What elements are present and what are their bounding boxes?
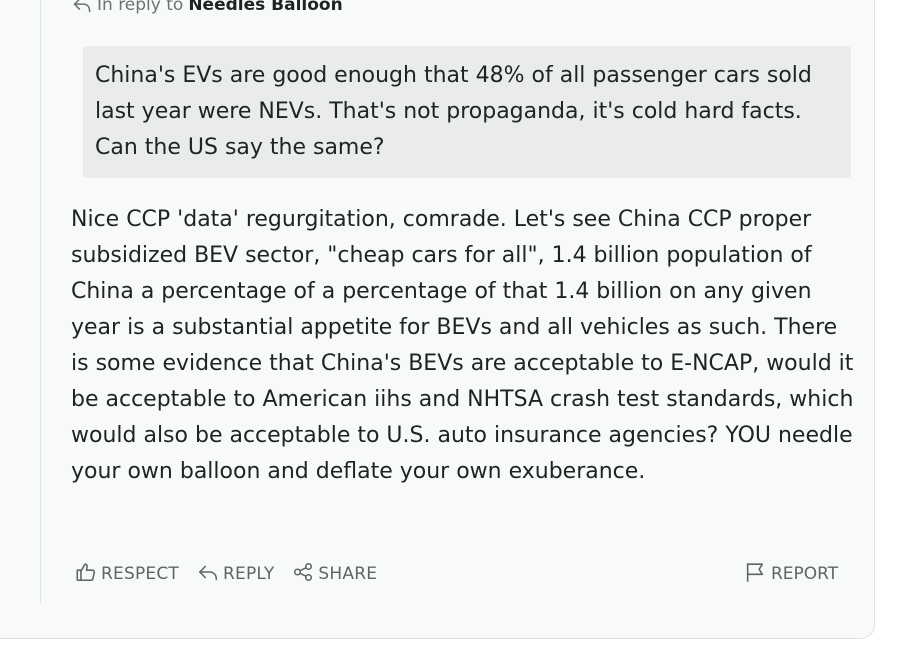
quoted-comment: China's EVs are good enough that 48% of … bbox=[83, 46, 851, 178]
reply-arrow-icon bbox=[197, 561, 219, 588]
share-button[interactable]: SHARE bbox=[292, 561, 377, 588]
quoted-comment-text: China's EVs are good enough that 48% of … bbox=[95, 63, 812, 160]
reply-button[interactable]: REPLY bbox=[197, 561, 274, 588]
reply-to-header[interactable]: In reply to Needles Balloon bbox=[72, 0, 343, 15]
thread-line bbox=[40, 0, 41, 603]
thumbs-up-icon bbox=[75, 561, 97, 588]
comment-actions: RESPECT REPLY SHARE bbox=[75, 560, 395, 588]
share-label: SHARE bbox=[318, 564, 378, 584]
reply-label: REPLY bbox=[223, 564, 275, 584]
flag-icon bbox=[744, 561, 766, 588]
respect-button[interactable]: RESPECT bbox=[75, 561, 179, 588]
report-label: REPORT bbox=[771, 564, 839, 584]
comment-body: Nice CCP 'data' regurgitation, comrade. … bbox=[71, 207, 854, 484]
reply-to-author[interactable]: Needles Balloon bbox=[188, 0, 342, 15]
reply-arrow-icon bbox=[72, 0, 92, 14]
reply-to-label: In reply to bbox=[97, 0, 184, 15]
report-button[interactable]: REPORT bbox=[744, 560, 838, 588]
share-icon bbox=[292, 561, 314, 588]
respect-label: RESPECT bbox=[101, 564, 179, 584]
